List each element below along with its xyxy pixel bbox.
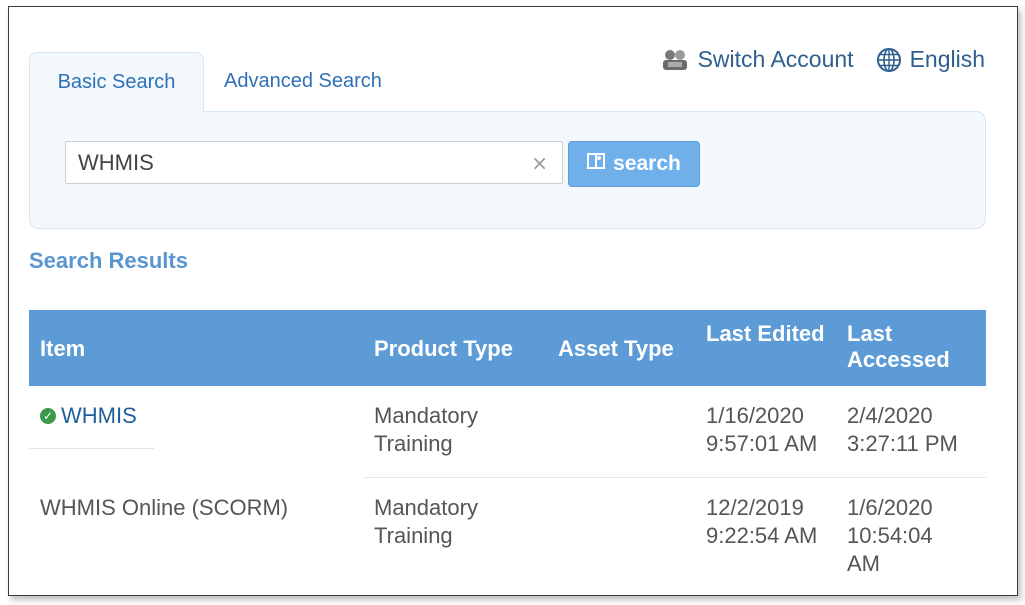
last-accessed-cell: 1/6/2020 10:54:04 AM [847, 495, 933, 576]
table-row: WHMIS Online (SCORM) Mandatory Training … [29, 478, 986, 588]
column-header-product-type[interactable]: Product Type [374, 336, 513, 362]
globe-icon [876, 47, 902, 73]
table-header: Item Product Type Asset Type Last Edited… [29, 310, 986, 386]
row-item-cell: WHMIS Online (SCORM) [40, 495, 289, 520]
search-field-wrapper: × [65, 141, 563, 184]
column-header-last-edited[interactable]: Last Edited [706, 321, 826, 347]
product-type-cell: Mandatory Training [374, 403, 478, 456]
clear-search-button[interactable]: × [531, 151, 548, 175]
item-divider [29, 448, 154, 449]
table-row: ✓ WHMIS Mandatory Training 1/16/2020 9:5… [29, 386, 986, 478]
tab-advanced-search-label: Advanced Search [224, 70, 382, 92]
item-link[interactable]: ✓ WHMIS [40, 402, 137, 430]
results-table: Item Product Type Asset Type Last Edited… [29, 310, 986, 588]
last-edited-cell: 12/2/2019 9:22:54 AM [706, 495, 818, 548]
column-header-item[interactable]: Item [40, 336, 85, 362]
search-input[interactable] [78, 150, 518, 176]
search-button-label: search [613, 152, 681, 175]
product-type-cell: Mandatory Training [374, 495, 478, 548]
tab-basic-search[interactable]: Basic Search [29, 52, 204, 112]
column-header-last-accessed[interactable]: Last Accessed [847, 321, 972, 373]
switch-account-label: Switch Account [697, 46, 854, 72]
item-label: WHMIS [61, 403, 137, 428]
switch-account-link[interactable]: Switch Account [660, 46, 854, 73]
last-edited-cell: 1/16/2020 9:57:01 AM [706, 403, 818, 456]
users-icon [660, 48, 690, 72]
last-accessed-cell: 2/4/2020 3:27:11 PM [847, 403, 958, 456]
account-bar: Switch Account English [660, 46, 985, 73]
check-circle-icon: ✓ [40, 408, 56, 424]
tab-basic-search-label: Basic Search [57, 71, 176, 93]
tab-advanced-search[interactable]: Advanced Search [224, 70, 382, 93]
column-header-asset-type[interactable]: Asset Type [558, 336, 674, 362]
language-selector[interactable]: English [876, 46, 985, 73]
search-book-icon [587, 152, 606, 176]
language-label: English [909, 46, 985, 72]
search-results-heading: Search Results [29, 248, 188, 273]
search-button[interactable]: search [568, 141, 700, 187]
row-item-cell: ✓ WHMIS [40, 402, 137, 430]
